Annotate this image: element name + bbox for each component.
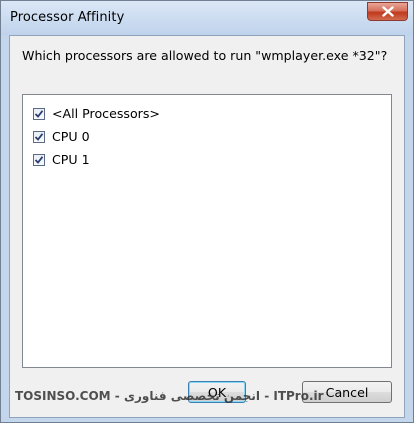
- processor-list[interactable]: <All Processors> CPU 0 CPU 1: [22, 94, 392, 368]
- window-title: Processor Affinity: [10, 10, 125, 25]
- close-icon: [381, 6, 394, 17]
- list-item-label: CPU 1: [52, 152, 90, 167]
- dialog-body: Which processors are allowed to run "wmp…: [9, 35, 405, 418]
- list-item-cpu-1[interactable]: CPU 1: [33, 151, 90, 168]
- processor-affinity-dialog: Processor Affinity Which processors are …: [0, 0, 414, 423]
- list-item-label: <All Processors>: [52, 106, 160, 121]
- checkbox-cpu-1[interactable]: [33, 153, 45, 166]
- checkmark-icon: [34, 132, 44, 141]
- list-item-label: CPU 0: [52, 129, 90, 144]
- list-item-cpu-0[interactable]: CPU 0: [33, 128, 90, 145]
- list-item-all-processors[interactable]: <All Processors>: [33, 105, 160, 122]
- checkmark-icon: [34, 155, 44, 164]
- watermark-text: TOSINSO.COM - انجمن تخصصی فناوری - ITPro…: [15, 389, 324, 403]
- checkbox-all-processors[interactable]: [33, 107, 45, 120]
- checkmark-icon: [34, 109, 44, 118]
- prompt-text: Which processors are allowed to run "wmp…: [22, 48, 388, 63]
- title-bar[interactable]: Processor Affinity: [1, 1, 413, 35]
- checkbox-cpu-0[interactable]: [33, 130, 45, 143]
- close-button[interactable]: [367, 2, 408, 21]
